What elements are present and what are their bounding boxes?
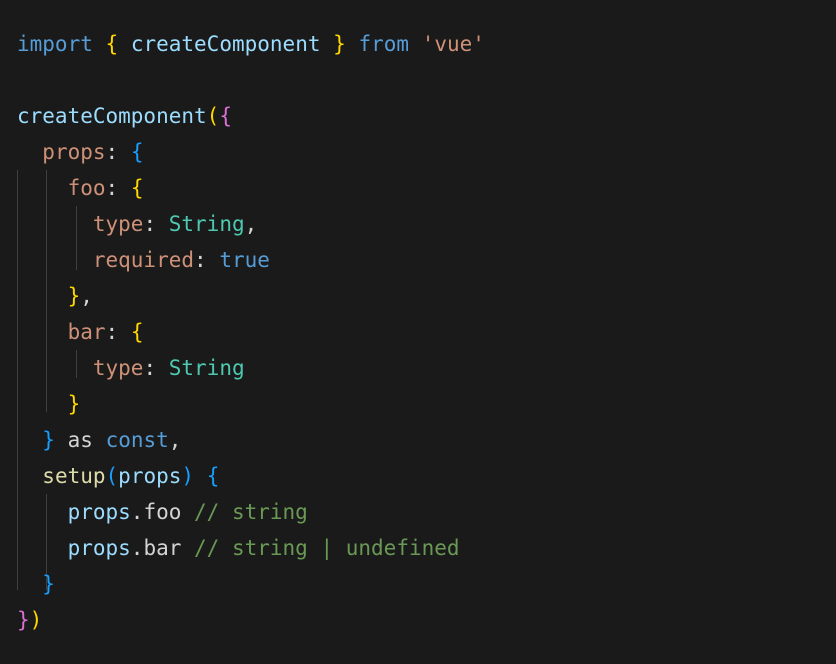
code-line[interactable]: foo: { <box>0 170 836 206</box>
code-token-br3: ) <box>181 464 195 488</box>
code-line[interactable]: } as const, <box>0 422 836 458</box>
code-line[interactable]: bar: { <box>0 314 836 350</box>
code-line[interactable]: props: { <box>0 134 836 170</box>
code-token-br3: } <box>42 428 55 452</box>
code-line[interactable]: } <box>0 386 836 422</box>
code-content[interactable]: import { createComponent } from 'vue'​cr… <box>0 26 836 638</box>
code-token-br3: { <box>206 464 220 488</box>
code-line[interactable]: props.foo // string <box>0 494 836 530</box>
code-token-prop: type <box>92 212 144 236</box>
code-editor-viewport[interactable]: import { createComponent } from 'vue'​cr… <box>0 0 836 664</box>
code-line[interactable]: createComponent({ <box>0 98 836 134</box>
code-token-keyword: from <box>358 32 410 56</box>
code-line[interactable]: type: String <box>0 350 836 386</box>
code-token-punc: : <box>105 176 119 200</box>
code-token-punc: : <box>143 356 157 380</box>
code-token-string: 'vue' <box>421 32 485 56</box>
code-line[interactable]: setup(props) { <box>0 458 836 494</box>
code-token-br1: { <box>105 32 119 56</box>
code-token-br3: { <box>130 140 144 164</box>
code-line[interactable]: import { createComponent } from 'vue' <box>0 26 836 62</box>
code-token-plain: as <box>67 428 93 452</box>
code-line[interactable]: }, <box>0 278 836 314</box>
code-token-ident: createComponent <box>130 32 321 56</box>
code-token-plain: .foo <box>130 500 182 524</box>
code-token-punc: : <box>194 248 207 272</box>
code-token-func: setup <box>42 464 106 488</box>
code-token-br1: ) <box>29 608 43 632</box>
code-token-br3: } <box>42 572 55 596</box>
code-line[interactable]: props.bar // string | undefined <box>0 530 836 566</box>
code-token-prop: type <box>92 356 144 380</box>
code-line[interactable]: type: String, <box>0 206 836 242</box>
code-token-br1: { <box>130 176 144 200</box>
code-token-br1: } <box>67 284 81 308</box>
code-token-comment: // string | undefined <box>194 536 460 560</box>
code-token-br1: } <box>333 32 346 56</box>
code-token-br1: } <box>67 392 81 416</box>
code-token-prop: required <box>92 248 195 272</box>
code-line[interactable]: required: true <box>0 242 836 278</box>
code-token-type: String <box>168 356 245 380</box>
code-token-punc: , <box>80 284 93 308</box>
code-token-ident: props <box>67 536 131 560</box>
code-token-punc: , <box>168 428 182 452</box>
code-token-keyword: true <box>219 248 270 272</box>
code-line[interactable]: }) <box>0 602 836 638</box>
code-token-ident: props <box>67 500 131 524</box>
code-token-punc: , <box>244 212 258 236</box>
code-token-ident: props <box>118 464 182 488</box>
code-token-punc: : <box>105 140 119 164</box>
code-token-type: String <box>168 212 245 236</box>
code-line[interactable]: ​ <box>0 62 836 98</box>
code-token-prop: bar <box>67 320 106 344</box>
code-token-plain: .bar <box>130 536 182 560</box>
code-token-prop: foo <box>67 176 106 200</box>
code-line[interactable]: } <box>0 566 836 602</box>
code-token-br3: ( <box>105 464 119 488</box>
code-token-br2: { <box>219 104 232 128</box>
code-token-ident: createComponent <box>17 104 207 128</box>
code-token-keyword: import <box>17 32 106 56</box>
code-token-br2: } <box>17 608 30 632</box>
code-token-punc: : <box>143 212 157 236</box>
code-token-keyword: const <box>105 428 169 452</box>
code-token-br1: ( <box>206 104 220 128</box>
code-token-comment: // string <box>194 500 308 524</box>
code-token-br1: { <box>130 320 144 344</box>
code-token-punc: : <box>105 320 119 344</box>
code-token-prop: props <box>42 140 106 164</box>
